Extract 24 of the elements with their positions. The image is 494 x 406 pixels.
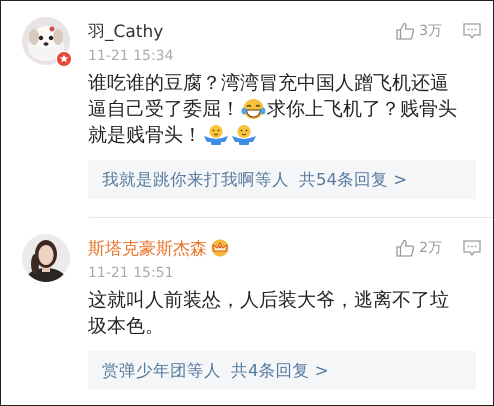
thumbs-up-icon bbox=[395, 238, 416, 258]
crown-icon bbox=[210, 239, 230, 257]
shrugging-emoji-icon bbox=[203, 124, 229, 146]
comment-text: 就是贱骨头！ bbox=[88, 123, 202, 148]
like-button[interactable]: 2万 bbox=[395, 238, 442, 258]
user-name[interactable]: 斯塔克豪斯杰森 bbox=[88, 236, 207, 260]
comment-text: 逼自己受了委屈！ bbox=[88, 97, 240, 122]
laughing-emoji-icon bbox=[241, 98, 266, 120]
comment-text: 谁吃谁的豆腐？湾湾冒充中国人蹭飞机还逼 bbox=[88, 71, 449, 96]
shrugging-emoji-icon bbox=[231, 124, 257, 146]
timestamp: 11-21 15:51 bbox=[88, 265, 174, 281]
reply-users[interactable]: 我就是跳你来打我啊等人 bbox=[102, 168, 289, 190]
like-button[interactable]: 3万 bbox=[395, 21, 442, 41]
comment-text: 圾本色。 bbox=[88, 314, 164, 339]
user-name[interactable]: 羽_Cathy bbox=[88, 20, 164, 42]
comment-icon[interactable] bbox=[462, 21, 482, 41]
comment-icon[interactable] bbox=[462, 238, 482, 258]
reply-count-link[interactable]: 共54条回复 > bbox=[299, 168, 408, 190]
comment-text: 求你上飞机了？贱骨头 bbox=[267, 97, 457, 122]
thumbs-up-icon bbox=[395, 21, 416, 41]
comment-text: 这就叫人前装怂，人后装大爷，逃离不了垃 bbox=[88, 288, 449, 313]
timestamp: 11-21 15:34 bbox=[88, 48, 174, 64]
reply-count-link[interactable]: 共4条回复 > bbox=[231, 360, 329, 382]
reply-users[interactable]: 赏弹少年团等人 bbox=[102, 360, 221, 382]
